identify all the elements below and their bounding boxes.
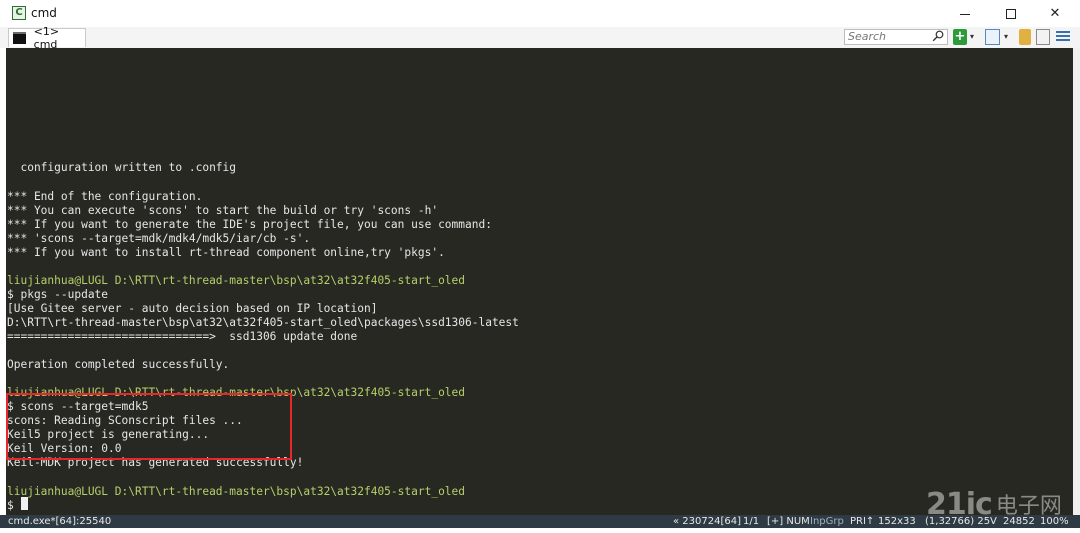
maximize-icon — [1006, 8, 1016, 19]
terminal-output[interactable]: $ liujianhua@LUGL D:\RTT\rt-thread-maste… — [6, 48, 1073, 515]
new-console-dropdown-icon[interactable]: ▾ — [970, 29, 974, 45]
terminal-line: configuration written to .config — [7, 161, 237, 175]
terminal-line: *** If you want to generate the IDE's pr… — [7, 217, 492, 231]
view-mode-icon[interactable] — [985, 29, 1000, 45]
new-console-button[interactable]: + — [953, 29, 967, 45]
status-cursor-info: (1,32766) 25V — [925, 516, 997, 527]
status-position: « 230724[64] — [673, 516, 741, 527]
terminal-line: *** 'scons --target=mdk/mdk4/mdk5/iar/cb… — [7, 231, 311, 245]
conemu-icon[interactable]: C — [12, 6, 26, 20]
close-icon: ✕ — [1049, 6, 1061, 21]
text-cursor — [21, 497, 28, 510]
terminal-line: [Use Gitee server - auto decision based … — [7, 301, 378, 315]
status-mode: [+] NUM — [767, 516, 810, 527]
status-pid: 24852 — [1003, 516, 1035, 527]
menu-icon[interactable] — [1056, 29, 1070, 45]
status-page: 1/1 — [743, 516, 760, 527]
terminal-line: *** You can execute 'scons' to start the… — [7, 203, 439, 217]
terminal-line: ==============================> ssd1306 … — [7, 330, 358, 343]
close-button[interactable]: ✕ — [1032, 0, 1078, 27]
status-zoom: 100% — [1040, 516, 1069, 527]
terminal-line: $ pkgs --update — [7, 287, 109, 301]
console-icon — [13, 32, 26, 44]
terminal-line: D:\RTT\rt-thread-master\bsp\at32\at32f40… — [7, 315, 519, 329]
status-console-size: 152x33 — [878, 516, 916, 527]
status-input-group[interactable]: InpGrp — [810, 515, 844, 528]
minimize-button[interactable] — [942, 0, 988, 27]
status-process[interactable]: cmd.exe*[64]:25540 — [8, 515, 111, 528]
window-title: cmd — [31, 6, 57, 20]
terminal-prompt-line: liujianhua@LUGL D:\RTT\rt-thread-master\… — [7, 273, 466, 287]
status-bar: cmd.exe*[64]:25540 « 230724[64] 1/1 [+] … — [0, 515, 1080, 528]
annotation-highlight-box — [6, 393, 292, 460]
maximize-button[interactable] — [988, 0, 1034, 27]
terminal-line: *** End of the configuration. — [7, 189, 203, 203]
search-icon[interactable] — [932, 30, 944, 42]
title-bar: C cmd ✕ — [0, 0, 1080, 28]
terminal-line: $ — [7, 498, 21, 512]
vertical-scrollbar[interactable] — [1073, 48, 1080, 515]
tab-bar: <1> cmd Search + ▾ ▾ — [0, 25, 1080, 51]
bottom-edge — [0, 528, 1080, 533]
status-priority: PRI↑ — [850, 516, 875, 527]
tab-cmd[interactable]: <1> cmd — [8, 25, 86, 51]
lock-icon[interactable] — [1019, 29, 1031, 45]
view-mode-dropdown-icon[interactable]: ▾ — [1004, 29, 1008, 45]
panel-icon[interactable] — [1036, 29, 1050, 45]
terminal-line: *** If you want to install rt-thread com… — [7, 245, 445, 259]
terminal-line: Operation completed successfully. — [7, 358, 230, 372]
terminal-prompt-line: liujianhua@LUGL D:\RTT\rt-thread-master\… — [7, 484, 466, 498]
minimize-icon — [960, 14, 970, 15]
